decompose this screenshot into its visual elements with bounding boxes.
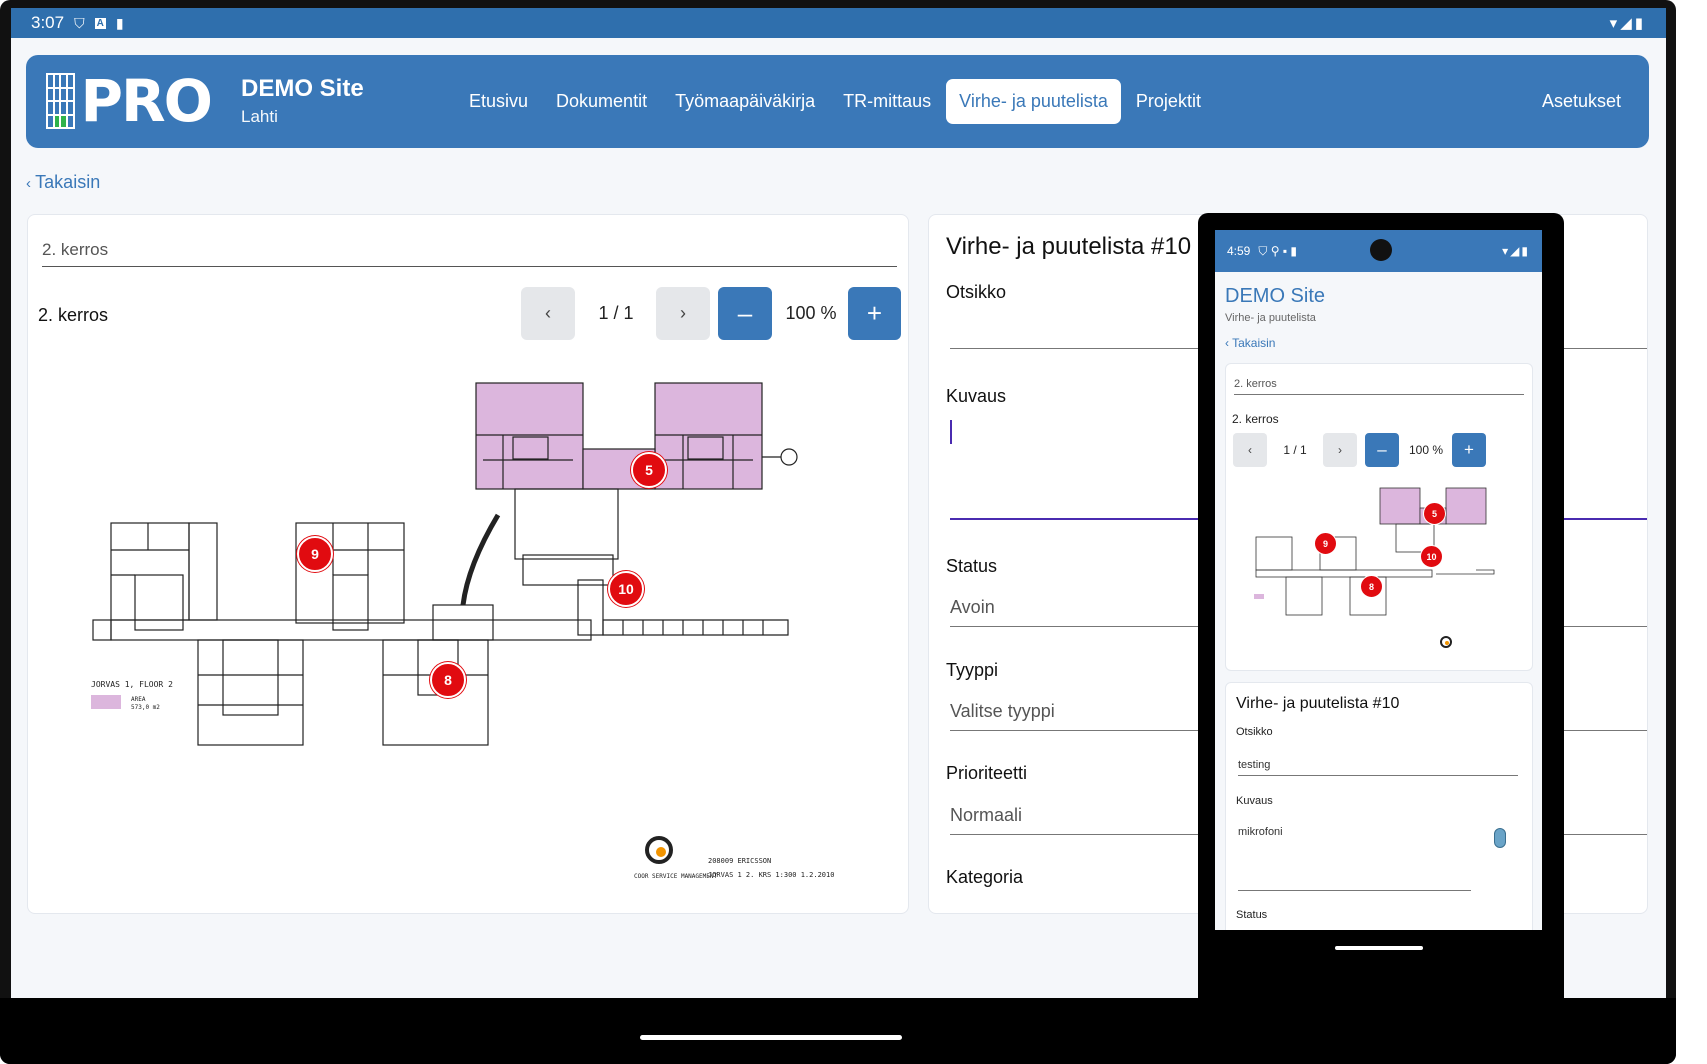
prioriteetti-label: Prioriteetti: [946, 763, 1028, 783]
phone-otsikko-input[interactable]: testing: [1238, 759, 1518, 776]
page-indicator: 1 / 1: [598, 303, 634, 323]
phone-status-label: Status: [1236, 909, 1268, 921]
a-icon: A: [94, 17, 106, 29]
drawing-select[interactable]: 2. kerros: [42, 235, 897, 267]
phone-zoom-in-button[interactable]: +: [1452, 433, 1486, 467]
phone-status-time: 4:59: [1227, 244, 1251, 258]
drawing-card: 2. kerros 2. kerros ‹ 1 / 1 › – 100 % +: [27, 214, 909, 914]
company-name: COOR SERVICE MANAGEMENT: [634, 873, 717, 880]
zoom-out-button[interactable]: –: [718, 287, 772, 340]
phone-prev-page-button[interactable]: ‹: [1233, 433, 1267, 467]
title-block-line2: JORVAS 1 2. KRS 1:300 1.2.2010: [708, 871, 834, 879]
shield-icon: ⛉ ⚲ ▪ ▮: [1258, 243, 1298, 258]
plan-caption: JORVAS 1, FLOOR 2: [91, 680, 173, 689]
pro-logo[interactable]: PRO: [46, 67, 213, 135]
phone-drawing-select[interactable]: 2. kerros: [1234, 378, 1524, 395]
legend-value: 573,0 m2: [131, 704, 160, 711]
phone-issue-pin-10[interactable]: 10: [1420, 545, 1443, 568]
tyyppi-label: Tyyppi: [946, 660, 999, 680]
nav-etusivu[interactable]: Etusivu: [456, 79, 541, 124]
phone-otsikko-label: Otsikko: [1236, 726, 1273, 738]
issue-pin-9[interactable]: 9: [297, 536, 333, 572]
coor-logo-icon: [1440, 636, 1452, 648]
phone-issue-pin-5[interactable]: 5: [1423, 502, 1446, 525]
issue-pin-10[interactable]: 10: [608, 571, 644, 607]
coor-logo-icon: [645, 836, 673, 864]
sdcard-icon: ▮: [115, 14, 124, 31]
legend-label: AREA: [131, 696, 146, 703]
next-page-button[interactable]: ›: [656, 287, 710, 340]
drawing-title: 2. kerros: [38, 305, 109, 325]
phone-kuvaus-label: Kuvaus: [1236, 795, 1273, 807]
issue-pin-5[interactable]: 5: [631, 452, 667, 488]
issue-pin-8[interactable]: 8: [430, 662, 466, 698]
phone-drawing-title: 2. kerros: [1232, 412, 1279, 426]
front-camera: [1370, 239, 1392, 261]
phone-next-page-button[interactable]: ›: [1323, 433, 1357, 467]
nav-virhe-ja-puutelista[interactable]: Virhe- ja puutelista: [946, 79, 1121, 124]
chevron-left-icon: ‹: [26, 175, 36, 192]
site-city: Lahti: [241, 107, 278, 126]
title-block-line1: 208009 ERICSSON: [708, 857, 771, 865]
nav-projektit[interactable]: Projektit: [1123, 79, 1214, 124]
phone-zoom-level: 100 %: [1408, 443, 1444, 457]
zoom-in-button[interactable]: +: [848, 287, 901, 340]
status-time: 3:07: [31, 13, 65, 32]
phone-home-gesture-bar[interactable]: [1335, 946, 1423, 950]
phone-screen: 4:59 ⛉ ⚲ ▪ ▮ ▾◢▮ DEMO Site Virhe- ja puu…: [1215, 230, 1542, 930]
phone-page-indicator: 1 / 1: [1283, 443, 1307, 457]
nav-tyomaapaivakirja[interactable]: Työmaapäiväkirja: [662, 79, 828, 124]
nav-asetukset[interactable]: Asetukset: [1542, 91, 1621, 112]
issue-form-title: Virhe- ja puutelista #10: [946, 233, 1192, 260]
logo-grid-icon: [46, 73, 75, 129]
status-label: Status: [946, 556, 998, 576]
phone-drawing-card: 2. kerros 2. kerros ‹ 1 / 1 › – 100 % +: [1225, 363, 1533, 671]
phone-back-link[interactable]: ‹ Takaisin: [1225, 336, 1275, 350]
main-nav: Etusivu Dokumentit Työmaapäiväkirja TR-m…: [456, 79, 1216, 124]
status-bar: 3:07 ⛉ A ▮ ▾◢▮: [11, 8, 1666, 38]
phone-back-label: Takaisin: [1232, 336, 1276, 350]
phone-issue-pin-8[interactable]: 8: [1360, 575, 1383, 598]
kuvaus-label: Kuvaus: [946, 386, 1007, 406]
phone-issue-pin-9[interactable]: 9: [1314, 532, 1337, 555]
legend-swatch: [91, 695, 121, 709]
signal-battery-icon: ▾◢▮: [1609, 15, 1646, 32]
phone-device: 4:59 ⛉ ⚲ ▪ ▮ ▾◢▮ DEMO Site Virhe- ja puu…: [1198, 213, 1564, 1064]
top-navbar: PRO DEMO Site Lahti Etusivu Dokumentit T…: [26, 55, 1649, 148]
site-info: DEMO Site Lahti: [241, 75, 364, 127]
phone-floor-plan[interactable]: [1246, 482, 1516, 662]
phone-issue-form-card: Virhe- ja puutelista #10 Otsikko testing…: [1225, 682, 1533, 930]
site-name: DEMO Site: [241, 75, 364, 102]
logo-text: PRO: [80, 67, 213, 135]
otsikko-label: Otsikko: [946, 282, 1007, 302]
shield-icon: ⛉: [74, 14, 85, 31]
phone-nav-bar: [1198, 930, 1564, 1064]
prev-page-button[interactable]: ‹: [521, 287, 575, 340]
phone-zoom-out-button[interactable]: –: [1365, 433, 1399, 467]
home-gesture-bar[interactable]: [640, 1035, 902, 1040]
phone-kuvaus-textarea[interactable]: mikrofoni: [1238, 826, 1471, 891]
microphone-icon[interactable]: [1494, 828, 1506, 848]
signal-battery-icon: ▾◢▮: [1502, 244, 1530, 258]
kategoria-label: Kategoria: [946, 867, 1024, 887]
phone-site-name: DEMO Site: [1225, 285, 1326, 307]
nav-tr-mittaus[interactable]: TR-mittaus: [830, 79, 944, 124]
phone-subtitle: Virhe- ja puutelista: [1225, 312, 1316, 324]
back-link[interactable]: ‹ Takaisin: [26, 172, 100, 193]
zoom-level: 100 %: [785, 303, 837, 323]
floor-plan[interactable]: JORVAS 1, FLOOR 2 AREA 573,0 m2 COOR SER…: [83, 375, 843, 895]
phone-issue-form-title: Virhe- ja puutelista #10: [1236, 695, 1400, 712]
back-label: Takaisin: [35, 172, 101, 192]
nav-dokumentit[interactable]: Dokumentit: [543, 79, 660, 124]
